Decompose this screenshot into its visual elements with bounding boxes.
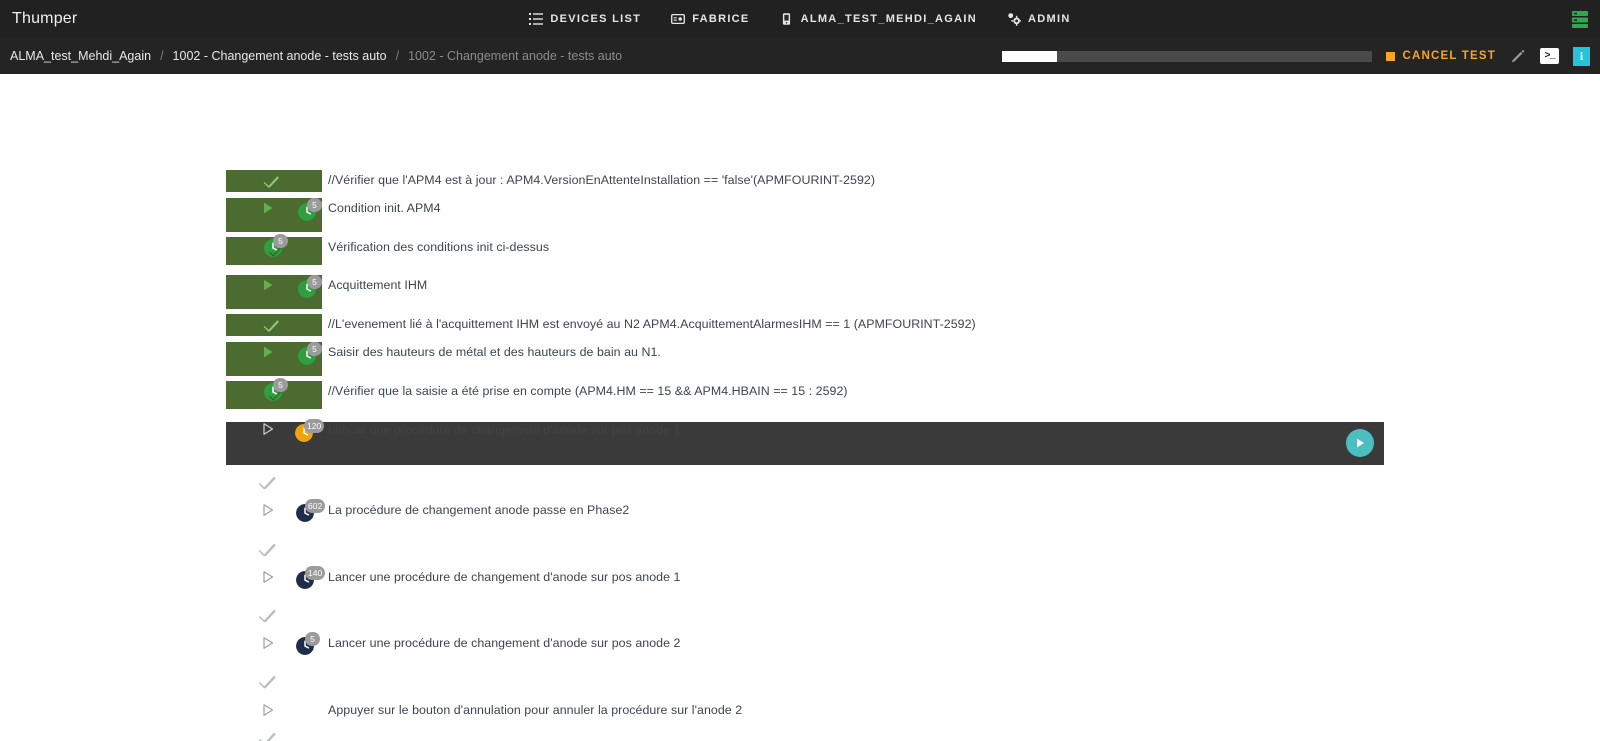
step-timeout-clock: 602 [296, 499, 326, 528]
step-timeout-clock: 5 [264, 234, 288, 263]
breadcrumb-separator: / [160, 49, 164, 63]
nav-item-fabrice[interactable]: FABRICE [671, 12, 749, 26]
step-pending-check-icon[interactable] [257, 606, 277, 631]
step-duration-badge: 602 [305, 499, 326, 513]
breadcrumb-separator: / [395, 49, 400, 63]
cancel-test-label: CANCEL TEST [1402, 50, 1496, 62]
test-steps-list: //Vérifier que l'APM4 est à jour : APM4.… [0, 74, 1600, 741]
test-step-label: Appuyer sur le bouton d'annulation pour … [328, 703, 743, 717]
step-play-outline-icon[interactable] [261, 636, 275, 655]
test-step-label: Acquittement IHM [328, 278, 428, 292]
step-pending-check-icon[interactable] [257, 729, 277, 741]
step-play-outline-icon[interactable] [261, 503, 275, 522]
toolbar-actions: CANCEL TEST >_ i [1001, 46, 1590, 66]
step-play-icon[interactable] [261, 278, 275, 297]
gear-user-icon [1007, 12, 1022, 26]
play-icon [264, 346, 273, 358]
nav-item-label: DEVICES LIST [550, 13, 642, 25]
step-duration-badge: 5 [307, 342, 322, 356]
test-step-label: //Vérifier que la saisie a été prise en … [328, 384, 848, 398]
test-progress-fill [1001, 50, 1057, 62]
step-pending-check-icon[interactable] [257, 672, 277, 697]
nav-item-alma-test-mehdi-again[interactable]: ALMA_TEST_MEHDI_AGAIN [780, 12, 977, 26]
play-icon [1357, 438, 1364, 448]
step-duration-badge: 120 [304, 419, 325, 433]
step-play-outline-icon[interactable] [261, 422, 275, 441]
breadcrumb-toolbar: ALMA_test_Mehdi_Again / 1002 - Changemen… [0, 38, 1600, 74]
terminal-button[interactable]: >_ [1540, 48, 1559, 64]
test-step-label: //Vérifier que l'APM4 est à jour : APM4.… [328, 173, 876, 187]
step-duration-badge: 5 [307, 198, 322, 212]
test-step-label: Lancer une procédure de changement d'ano… [328, 636, 681, 650]
step-timeout-clock: 5 [298, 342, 322, 371]
step-passed-check-icon[interactable] [262, 317, 280, 340]
step-timeout-clock: 5 [264, 378, 288, 407]
step-timeout-clock: 140 [296, 566, 326, 595]
step-duration-badge: 5 [273, 378, 288, 392]
step-pending-check-icon[interactable] [257, 473, 277, 498]
step-play-outline-icon[interactable] [261, 703, 275, 722]
run-step-play-button[interactable] [1346, 429, 1374, 457]
test-step-label: La procédure de changement anode passe e… [328, 503, 630, 517]
test-step-label: //L'evenement lié à l'acquittement IHM e… [328, 317, 976, 331]
step-play-icon[interactable] [261, 201, 275, 220]
device-card-icon [671, 12, 686, 26]
breadcrumb-item-2: 1002 - Changement anode - tests auto [408, 49, 623, 63]
server-stack-icon [1572, 11, 1588, 28]
breadcrumb-item-0[interactable]: ALMA_test_Mehdi_Again [10, 49, 151, 63]
step-timeout-clock: 120 [295, 419, 325, 448]
test-step-label: Lancer une procédure de changement d'ano… [328, 570, 681, 584]
list-icon [529, 12, 544, 26]
top-navigation-bar: Thumper DEVICES LIST FABRICE ALMA_TEST_M… [0, 0, 1600, 38]
test-step-label: Lancer une procédure de changement d'ano… [328, 423, 681, 437]
pencil-icon [1512, 49, 1525, 63]
step-duration-badge: 5 [307, 275, 322, 289]
step-pending-check-icon[interactable] [257, 540, 277, 565]
play-icon [264, 279, 273, 291]
nav-item-label: ADMIN [1028, 13, 1071, 25]
cancel-test-button[interactable]: CANCEL TEST [1385, 50, 1497, 62]
step-play-icon[interactable] [261, 345, 275, 364]
server-status-button[interactable] [1570, 9, 1590, 29]
test-step-label: Vérification des conditions init ci-dess… [328, 240, 550, 254]
top-nav-items: DEVICES LIST FABRICE ALMA_TEST_MEHDI_AGA… [0, 12, 1600, 26]
step-timeout-clock: 5 [296, 632, 320, 661]
test-info-button[interactable]: i [1573, 46, 1590, 66]
info-glyph: i [1579, 48, 1584, 63]
terminal-glyph: >_ [1544, 50, 1555, 62]
test-step-label: Condition init. APM4 [328, 201, 441, 215]
nav-item-label: ALMA_TEST_MEHDI_AGAIN [800, 13, 978, 25]
app-brand-title: Thumper [12, 10, 78, 27]
step-duration-badge: 5 [305, 632, 320, 646]
nav-item-label: FABRICE [692, 13, 750, 25]
terminal-icon: >_ [1540, 48, 1559, 64]
step-passed-check-icon[interactable] [262, 173, 280, 196]
mobile-device-icon [780, 12, 794, 26]
step-duration-badge: 5 [273, 234, 288, 248]
info-icon: i [1573, 46, 1590, 66]
nav-item-admin[interactable]: ADMIN [1007, 12, 1071, 26]
breadcrumb-item-1[interactable]: 1002 - Changement anode - tests auto [173, 49, 387, 63]
step-timeout-clock: 5 [298, 275, 322, 304]
nav-item-devices-list[interactable]: DEVICES LIST [529, 12, 641, 26]
test-step-label: Saisir des hauteurs de métal et des haut… [328, 345, 661, 359]
step-timeout-clock: 5 [298, 198, 322, 227]
test-progress-bar [1001, 50, 1372, 62]
step-play-outline-icon[interactable] [261, 570, 275, 589]
breadcrumb: ALMA_test_Mehdi_Again / 1002 - Changemen… [10, 49, 622, 63]
step-duration-badge: 140 [305, 566, 326, 580]
stop-square-icon [1385, 51, 1395, 61]
edit-test-button[interactable] [1510, 48, 1526, 64]
play-icon [264, 202, 273, 214]
